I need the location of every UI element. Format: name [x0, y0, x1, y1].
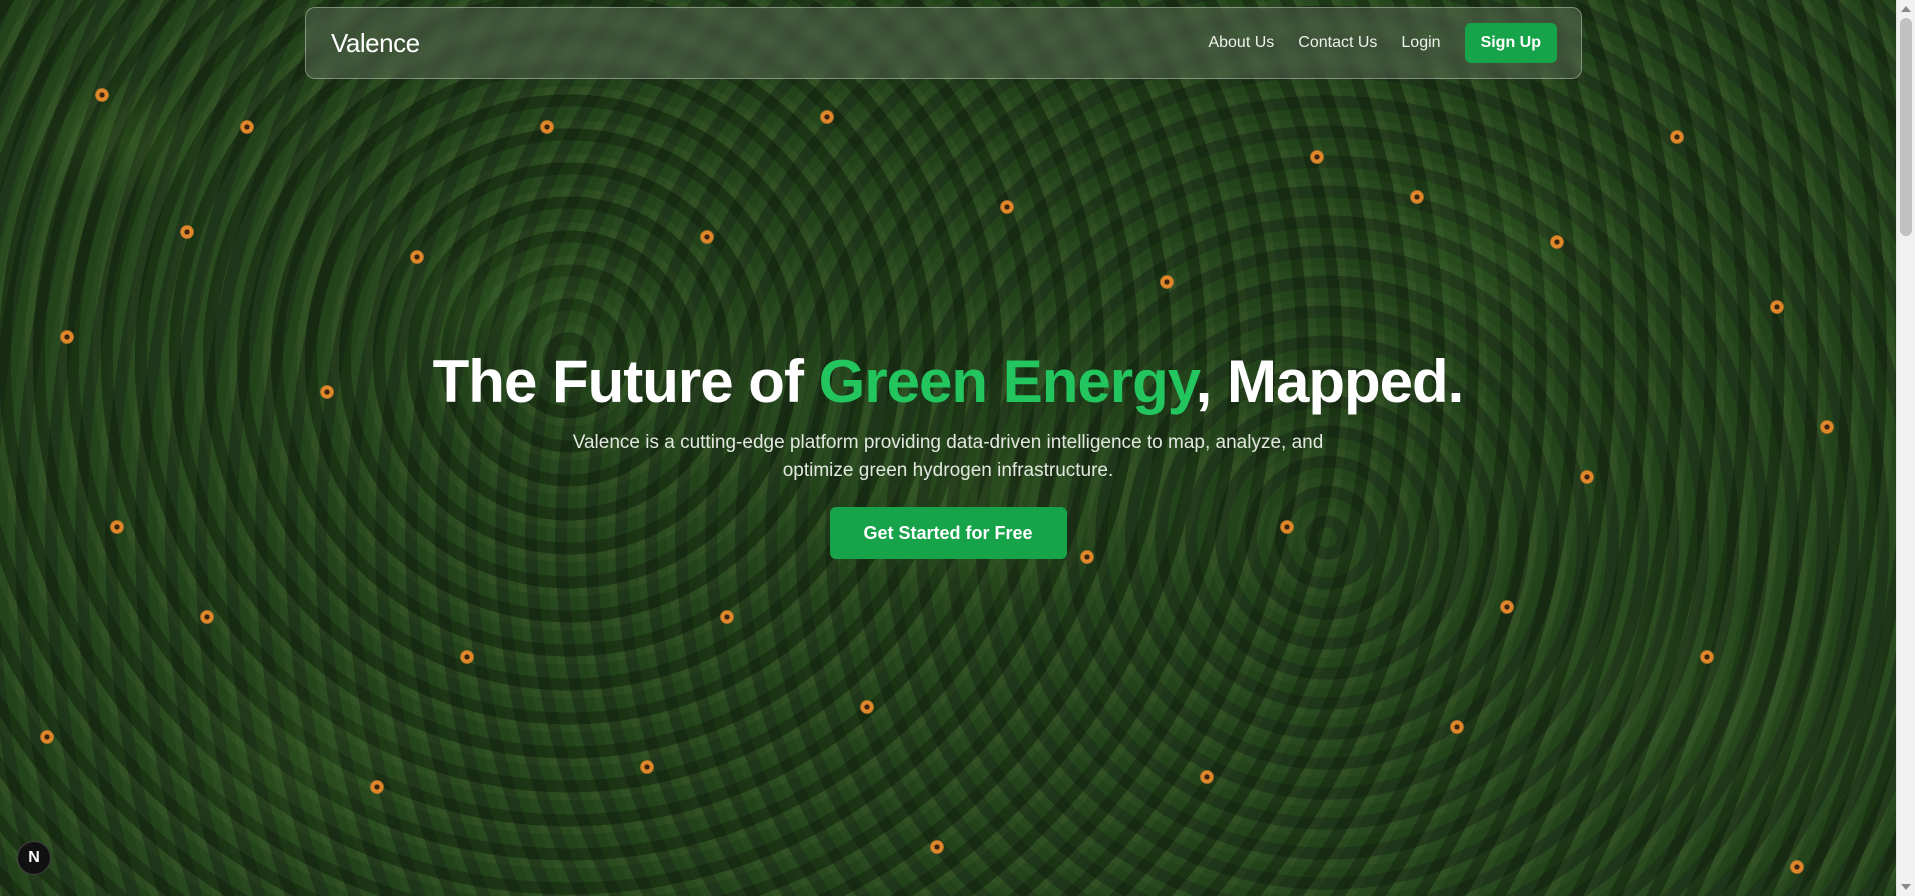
- flower: [370, 780, 384, 794]
- flower: [1200, 770, 1214, 784]
- flower: [1410, 190, 1424, 204]
- flower: [540, 120, 554, 134]
- page-scrollbar[interactable]: [1896, 0, 1915, 896]
- flower: [240, 120, 254, 134]
- scroll-down-arrow-icon[interactable]: [1901, 884, 1911, 890]
- page: Valence About Us Contact Us Login Sign U…: [0, 0, 1915, 896]
- flower: [1000, 200, 1014, 214]
- flower: [1550, 235, 1564, 249]
- hero-subtitle: Valence is a cutting-edge platform provi…: [572, 432, 1324, 481]
- flower: [1670, 130, 1684, 144]
- flower: [40, 730, 54, 744]
- dev-tools-badge-icon[interactable]: N: [17, 841, 51, 875]
- hero-title-accent: Green Energy: [818, 348, 1197, 415]
- scroll-up-arrow-icon[interactable]: [1901, 6, 1911, 12]
- flower: [1450, 720, 1464, 734]
- flower: [1310, 150, 1324, 164]
- scrollbar-thumb[interactable]: [1900, 18, 1912, 236]
- top-navbar: Valence About Us Contact Us Login Sign U…: [305, 7, 1582, 79]
- hero-title: The Future of Green Energy, Mapped.: [0, 345, 1896, 419]
- nav-link-about-us[interactable]: About Us: [1208, 34, 1274, 52]
- flower: [1700, 650, 1714, 664]
- flower: [1500, 600, 1514, 614]
- flower: [640, 760, 654, 774]
- flower: [95, 88, 109, 102]
- flower: [200, 610, 214, 624]
- flower: [700, 230, 714, 244]
- flower: [720, 610, 734, 624]
- nav-link-contact-us[interactable]: Contact Us: [1298, 34, 1377, 52]
- flower: [180, 225, 194, 239]
- hero-title-part-1: The Future of: [432, 348, 819, 415]
- flower: [1770, 300, 1784, 314]
- flower: [1790, 860, 1804, 874]
- flower: [60, 330, 74, 344]
- nav-link-login[interactable]: Login: [1401, 34, 1440, 52]
- flower: [460, 650, 474, 664]
- get-started-button[interactable]: Get Started for Free: [829, 507, 1067, 559]
- nav-links: About Us Contact Us Login Sign Up: [1208, 23, 1557, 63]
- flower: [820, 110, 834, 124]
- brand-logo[interactable]: Valence: [331, 28, 420, 59]
- hero-section: The Future of Green Energy, Mapped. Vale…: [0, 345, 1896, 559]
- hero-title-part-2: , Mapped.: [1195, 348, 1465, 415]
- flower: [410, 250, 424, 264]
- flower: [860, 700, 874, 714]
- flower: [930, 840, 944, 854]
- sign-up-button[interactable]: Sign Up: [1464, 23, 1557, 63]
- flower: [1160, 275, 1174, 289]
